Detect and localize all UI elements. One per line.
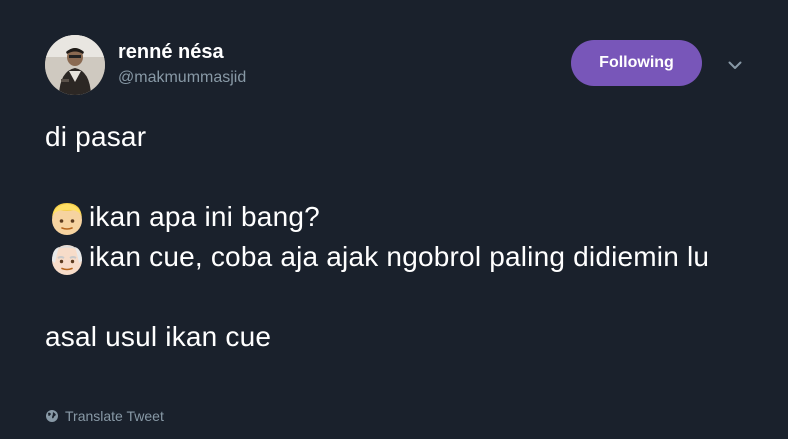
- avatar-photo-icon: [45, 35, 105, 95]
- tweet-line-2: ikan apa ini bang?: [45, 197, 745, 237]
- display-name[interactable]: renné nésa: [118, 40, 246, 64]
- author-info: renné nésa @makmummasjid: [118, 40, 246, 89]
- translate-tweet-label[interactable]: Translate Tweet: [65, 408, 164, 424]
- globe-icon: [46, 410, 58, 422]
- tweet-line-3: ikan cue, coba aja ajak ngobrol paling d…: [45, 237, 745, 277]
- tweet-line-1: di pasar: [45, 121, 147, 152]
- blond-person-emoji-icon: [45, 197, 89, 237]
- user-handle[interactable]: @makmummasjid: [118, 67, 246, 89]
- tweet-header: renné nésa @makmummasjid Following: [45, 35, 745, 97]
- chevron-down-icon[interactable]: [725, 55, 745, 75]
- tweet-line-4: asal usul ikan cue: [45, 321, 272, 352]
- following-button[interactable]: Following: [571, 40, 702, 86]
- translate-tweet-link[interactable]: Translate Tweet: [45, 408, 164, 424]
- avatar[interactable]: [45, 35, 105, 95]
- old-man-emoji-icon: [45, 237, 89, 277]
- tweet-line-2-text: ikan apa ini bang?: [89, 201, 320, 232]
- tweet-text: di pasar ikan apa ini bang? ikan cue, co…: [45, 117, 745, 357]
- tweet-line-3-text: ikan cue, coba aja ajak ngobrol paling d…: [89, 241, 710, 272]
